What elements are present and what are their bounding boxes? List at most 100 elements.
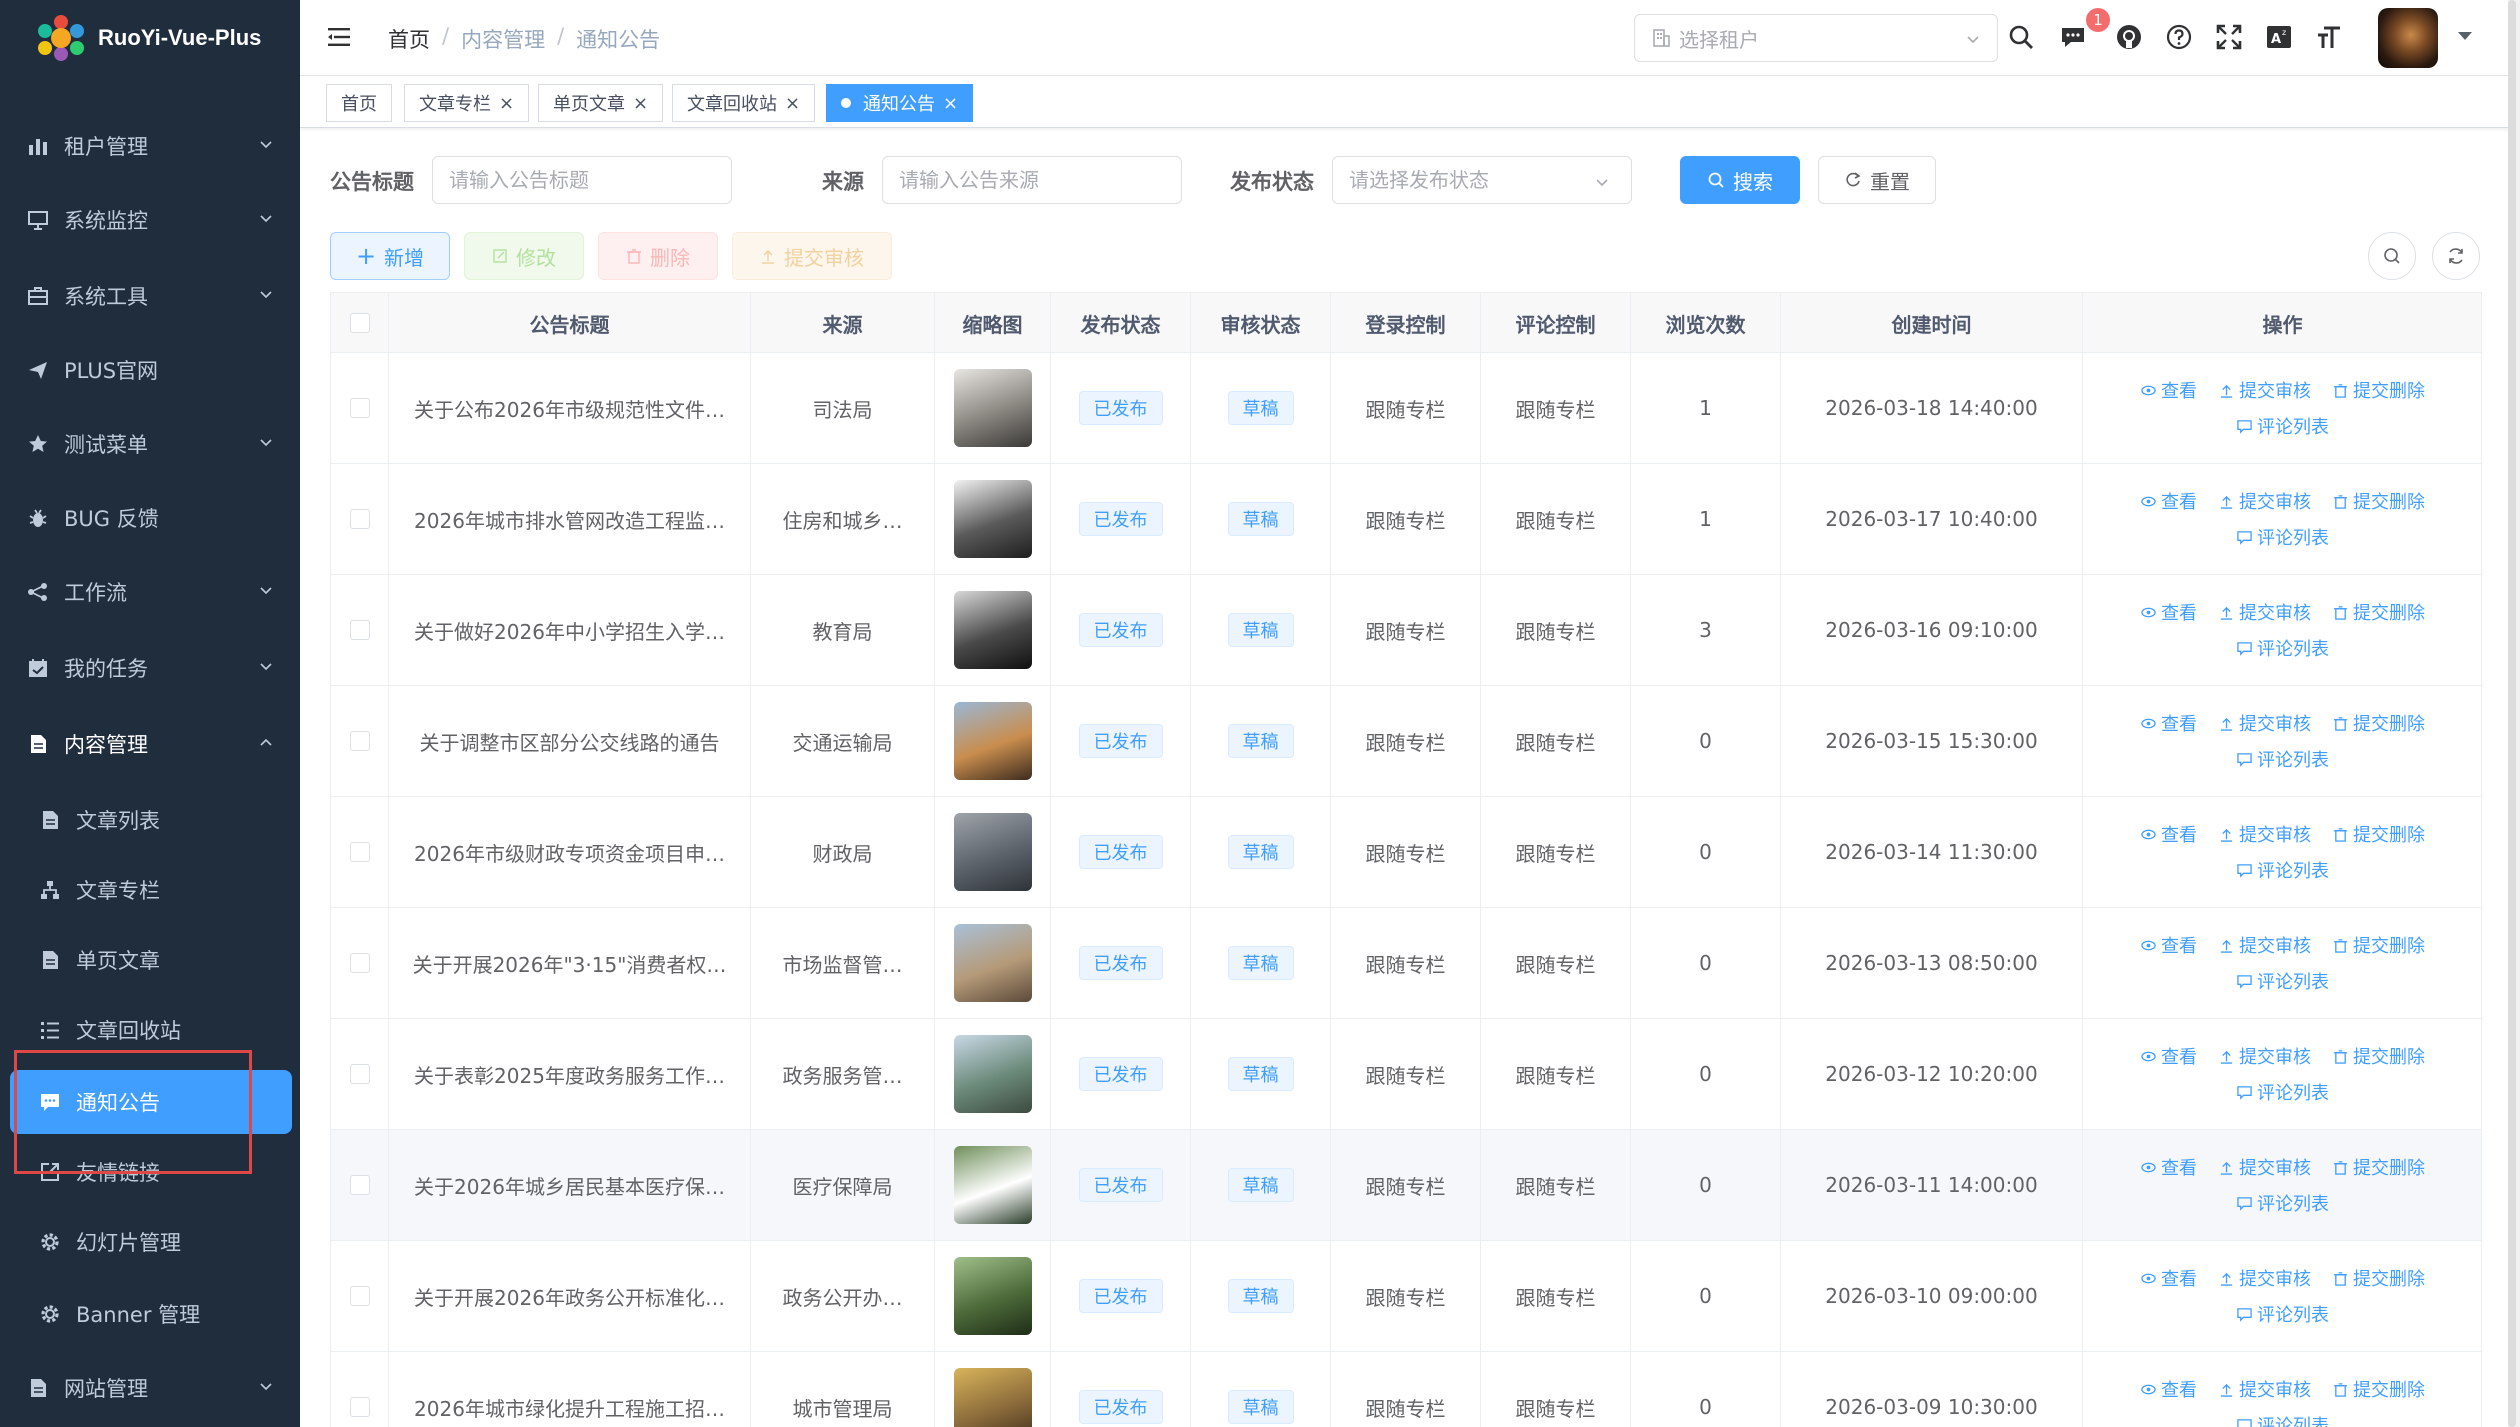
search-icon[interactable] [2006,22,2036,52]
sidebar-item-active[interactable]: 通知公告 [10,1070,292,1134]
avatar[interactable] [2378,8,2438,68]
comments-link[interactable]: 评论列表 [2237,857,2329,883]
sidebar-item-website-management[interactable]: 网站管理 [0,1352,300,1424]
refresh-table-button[interactable] [2432,232,2480,280]
view-link[interactable]: 查看 [2141,599,2197,625]
thumbnail-image[interactable] [953,1368,1032,1427]
delete-button[interactable]: 删除 [598,232,718,280]
submit-review-link[interactable]: 提交审核 [2219,932,2311,958]
page-scrollbar-thumb[interactable] [2508,0,2516,1427]
table-row[interactable]: 关于公布2026年市级规范性文件… 司法局 已发布 草稿 跟随专栏 跟随专栏 1 2026-0… [331,353,2481,464]
source-input[interactable] [882,156,1182,204]
caret-down-icon[interactable] [2458,32,2472,40]
submit-review-link[interactable]: 提交审核 [2219,1154,2311,1180]
submit-delete-link[interactable]: 提交删除 [2333,710,2425,736]
logo[interactable]: RuoYi-Vue-Plus [0,0,300,75]
table-row[interactable]: 关于调整市区部分公交线路的通告 交通运输局 已发布 草稿 跟随专栏 跟随专栏 0 2026-0… [331,686,2481,797]
thumbnail-image[interactable] [953,813,1032,891]
comments-link[interactable]: 评论列表 [2237,1190,2329,1216]
thumbnail-image[interactable] [953,591,1032,669]
sidebar-item[interactable]: 我的任务 [0,632,300,704]
submit-delete-link[interactable]: 提交删除 [2333,1043,2425,1069]
sidebar-subitem[interactable]: 友情链接 [0,1136,300,1208]
submit-delete-link[interactable]: 提交删除 [2333,377,2425,403]
sidebar-item[interactable]: 测试菜单 [0,408,300,480]
message-icon[interactable] [2058,22,2088,52]
sidebar-item[interactable]: BUG 反馈 [0,482,300,554]
row-checkbox[interactable] [349,731,370,751]
submit-review-link[interactable]: 提交审核 [2219,1043,2311,1069]
toggle-search-button[interactable] [2368,232,2416,280]
view-link[interactable]: 查看 [2141,1043,2197,1069]
table-row[interactable]: 2026年城市绿化提升工程施工招… 城市管理局 已发布 草稿 跟随专栏 跟随专栏 0 2026… [331,1352,2481,1427]
font-size-icon[interactable] [2314,22,2344,52]
tag[interactable]: 单页文章 × [538,84,664,122]
sidebar-subitem[interactable]: 单页文章 [0,924,300,996]
breadcrumb-home[interactable]: 首页 [388,24,430,54]
submit-review-link[interactable]: 提交审核 [2219,710,2311,736]
close-icon[interactable]: × [943,93,958,114]
edit-button[interactable]: 修改 [464,232,584,280]
view-link[interactable]: 查看 [2141,710,2197,736]
row-checkbox[interactable] [349,842,370,862]
comments-link[interactable]: 评论列表 [2237,635,2329,661]
row-checkbox[interactable] [349,398,370,418]
row-checkbox[interactable] [349,953,370,973]
thumbnail-image[interactable] [953,480,1032,558]
submit-delete-link[interactable]: 提交删除 [2333,488,2425,514]
sidebar-subitem[interactable]: 文章回收站 [0,994,300,1066]
submit-review-link[interactable]: 提交审核 [2219,821,2311,847]
submit-review-link[interactable]: 提交审核 [2219,377,2311,403]
reset-button[interactable]: 重置 [1818,156,1936,204]
table-row[interactable]: 关于2026年城乡居民基本医疗保… 医疗保障局 已发布 草稿 跟随专栏 跟随专栏 0 2026… [331,1130,2481,1241]
submit-delete-link[interactable]: 提交删除 [2333,1376,2425,1402]
hamburger-icon[interactable] [326,24,352,50]
comments-link[interactable]: 评论列表 [2237,413,2329,439]
comments-link[interactable]: 评论列表 [2237,1301,2329,1327]
comments-link[interactable]: 评论列表 [2237,524,2329,550]
search-button[interactable]: 搜索 [1680,156,1800,204]
close-icon[interactable]: × [499,93,514,114]
thumbnail-image[interactable] [953,1257,1032,1335]
row-checkbox[interactable] [349,620,370,640]
sidebar-subitem[interactable]: 幻灯片管理 [0,1206,300,1278]
table-row[interactable]: 关于开展2026年"3·15"消费者权… 市场监督管… 已发布 草稿 跟随专栏 跟随专栏 0… [331,908,2481,1019]
thumbnail-image[interactable] [953,924,1032,1002]
submit-review-link[interactable]: 提交审核 [2219,1265,2311,1291]
thumbnail-image[interactable] [953,702,1032,780]
language-icon[interactable]: Az [2264,22,2294,52]
fullscreen-icon[interactable] [2214,22,2244,52]
add-button[interactable]: + 新增 [330,232,450,280]
table-row[interactable]: 关于做好2026年中小学招生入学… 教育局 已发布 草稿 跟随专栏 跟随专栏 3 2026-0… [331,575,2481,686]
table-row[interactable]: 关于开展2026年政务公开标准化… 政务公开办… 已发布 草稿 跟随专栏 跟随专栏 0 202… [331,1241,2481,1352]
view-link[interactable]: 查看 [2141,932,2197,958]
row-checkbox[interactable] [349,1175,370,1195]
sidebar-item[interactable]: PLUS官网 [0,334,300,406]
row-checkbox[interactable] [349,1064,370,1084]
thumbnail-image[interactable] [953,369,1032,447]
view-link[interactable]: 查看 [2141,1154,2197,1180]
sidebar-item[interactable]: 系统监控 [0,184,300,256]
submit-delete-link[interactable]: 提交删除 [2333,599,2425,625]
submit-delete-link[interactable]: 提交删除 [2333,1265,2425,1291]
sidebar-item[interactable]: 内容管理 [0,708,300,780]
submit-delete-link[interactable]: 提交删除 [2333,932,2425,958]
submit-review-link[interactable]: 提交审核 [2219,1376,2311,1402]
table-row[interactable]: 2026年城市排水管网改造工程监… 住房和城乡… 已发布 草稿 跟随专栏 跟随专栏 1 202… [331,464,2481,575]
sidebar-subitem[interactable]: 文章专栏 [0,854,300,926]
title-input[interactable] [432,156,732,204]
view-link[interactable]: 查看 [2141,488,2197,514]
submit-review-link[interactable]: 提交审核 [2219,488,2311,514]
table-row[interactable]: 关于表彰2025年度政务服务工作… 政务服务管… 已发布 草稿 跟随专栏 跟随专栏 0 202… [331,1019,2481,1130]
row-checkbox[interactable] [349,1286,370,1306]
tag[interactable]: 文章回收站 × [672,84,816,122]
comments-link[interactable]: 评论列表 [2237,1079,2329,1105]
table-row[interactable]: 2026年市级财政专项资金项目申… 财政局 已发布 草稿 跟随专栏 跟随专栏 0 2026-0… [331,797,2481,908]
submit-review-button[interactable]: 提交审核 [732,232,892,280]
status-select[interactable] [1332,156,1632,204]
row-checkbox[interactable] [349,509,370,529]
tenant-select[interactable]: 选择租户 [1634,14,1998,62]
view-link[interactable]: 查看 [2141,1265,2197,1291]
row-checkbox[interactable] [349,1397,370,1417]
comments-link[interactable]: 评论列表 [2237,968,2329,994]
